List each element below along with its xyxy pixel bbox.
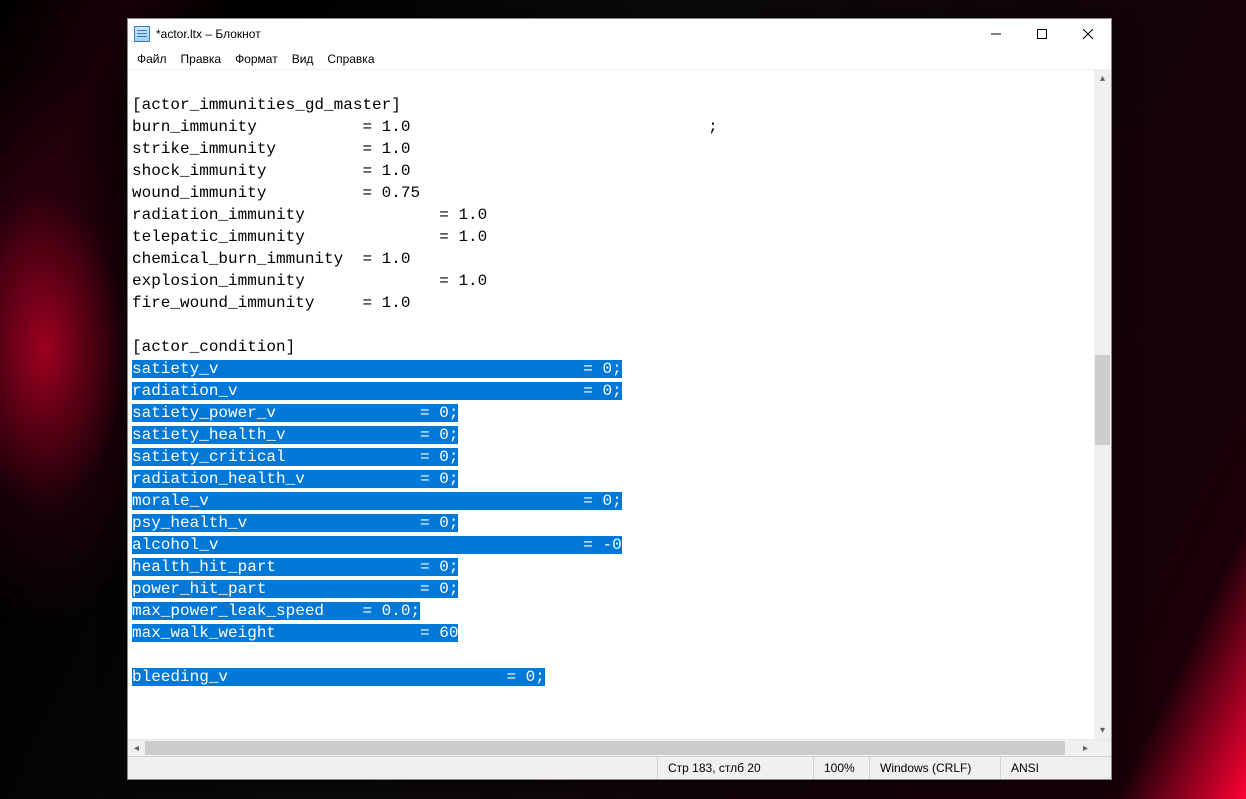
text-line: explosion_immunity = 1.0	[132, 272, 487, 290]
notepad-icon	[134, 26, 150, 42]
menu-help[interactable]: Справка	[320, 50, 381, 68]
selected-text: psy_health_v	[132, 514, 247, 532]
menu-file[interactable]: Файл	[130, 50, 174, 68]
selected-text: radiation_v	[132, 382, 238, 400]
status-spacer	[128, 757, 657, 779]
menubar: Файл Правка Формат Вид Справка	[128, 49, 1111, 69]
text-line: telepatic_immunity = 1.0	[132, 228, 487, 246]
selected-text: satiety_health_v	[132, 426, 286, 444]
menu-view[interactable]: Вид	[285, 50, 321, 68]
menu-edit[interactable]: Правка	[174, 50, 229, 68]
selected-text: = 0;	[238, 382, 622, 400]
selected-text: power_hit_part	[132, 580, 266, 598]
minimize-icon	[991, 29, 1001, 39]
scrollbar-track[interactable]	[145, 740, 1077, 756]
notepad-window: *actor.ltx – Блокнот Файл Правка Формат …	[127, 18, 1112, 780]
close-button[interactable]	[1065, 19, 1111, 49]
selected-text: alcohol_v	[132, 536, 218, 554]
status-position: Стр 183, стлб 20	[658, 757, 813, 779]
vertical-scrollbar[interactable]: ▴ ▾	[1094, 70, 1111, 739]
text-line: fire_wound_immunity = 1.0	[132, 294, 410, 312]
selected-text: morale_v	[132, 492, 209, 510]
text-line: radiation_immunity = 1.0	[132, 206, 487, 224]
status-encoding: ANSI	[1001, 757, 1111, 779]
selected-text: = 0;	[266, 580, 458, 598]
text-line: wound_immunity = 0.75	[132, 184, 420, 202]
text-line: [actor_immunities_gd_master]	[132, 96, 401, 114]
statusbar: Стр 183, стлб 20 100% Windows (CRLF) ANS…	[128, 756, 1111, 779]
maximize-button[interactable]	[1019, 19, 1065, 49]
selected-text: = 0;	[286, 448, 459, 466]
scrollbar-corner	[1094, 740, 1111, 757]
selected-text: = 0;	[247, 514, 458, 532]
scrollbar-thumb[interactable]	[1095, 355, 1110, 445]
selected-text: radiation_health_v	[132, 470, 305, 488]
window-controls	[973, 19, 1111, 49]
selected-text: bleeding_v	[132, 668, 228, 686]
text-line: strike_immunity = 1.0	[132, 140, 410, 158]
selected-text: = 0;	[228, 668, 545, 686]
selected-text: = -0	[218, 536, 621, 554]
selected-text: max_walk_weight	[132, 624, 276, 642]
status-zoom: 100%	[814, 757, 869, 779]
selected-text: satiety_power_v	[132, 404, 276, 422]
selected-text: = 0;	[305, 470, 459, 488]
selected-text: satiety_critical	[132, 448, 286, 466]
scroll-up-icon[interactable]: ▴	[1094, 70, 1111, 87]
selected-text: = 0;	[209, 492, 622, 510]
scrollbar-thumb[interactable]	[145, 741, 1065, 755]
menu-format[interactable]: Формат	[228, 50, 285, 68]
scrollbar-track[interactable]	[1094, 87, 1111, 722]
window-title: *actor.ltx – Блокнот	[156, 27, 261, 41]
status-line-ending: Windows (CRLF)	[870, 757, 1000, 779]
text-editor[interactable]: [actor_immunities_gd_master] burn_immuni…	[128, 70, 1094, 739]
selected-text: = 0;	[276, 558, 458, 576]
text-line: burn_immunity = 1.0 ;	[132, 118, 718, 136]
text-line: [actor_condition]	[132, 338, 295, 356]
text-line: chemical_burn_immunity = 1.0	[132, 250, 410, 268]
selected-text: = 60	[276, 624, 458, 642]
horizontal-scrollbar[interactable]: ◂ ▸	[128, 739, 1111, 756]
selected-text: = 0;	[276, 404, 458, 422]
scroll-left-icon[interactable]: ◂	[128, 740, 145, 757]
selected-text: satiety_v	[132, 360, 218, 378]
scroll-right-icon[interactable]: ▸	[1077, 740, 1094, 757]
text-line: shock_immunity = 1.0	[132, 162, 410, 180]
selected-text: health_hit_part	[132, 558, 276, 576]
close-icon	[1083, 29, 1093, 39]
editor-container: [actor_immunities_gd_master] burn_immuni…	[128, 69, 1111, 739]
minimize-button[interactable]	[973, 19, 1019, 49]
selected-text: = 0;	[218, 360, 621, 378]
selected-text: max_power_leak_speed	[132, 602, 324, 620]
maximize-icon	[1037, 29, 1047, 39]
titlebar[interactable]: *actor.ltx – Блокнот	[128, 19, 1111, 49]
scroll-down-icon[interactable]: ▾	[1094, 722, 1111, 739]
selected-text: = 0;	[286, 426, 459, 444]
selected-text: = 0.0;	[324, 602, 420, 620]
